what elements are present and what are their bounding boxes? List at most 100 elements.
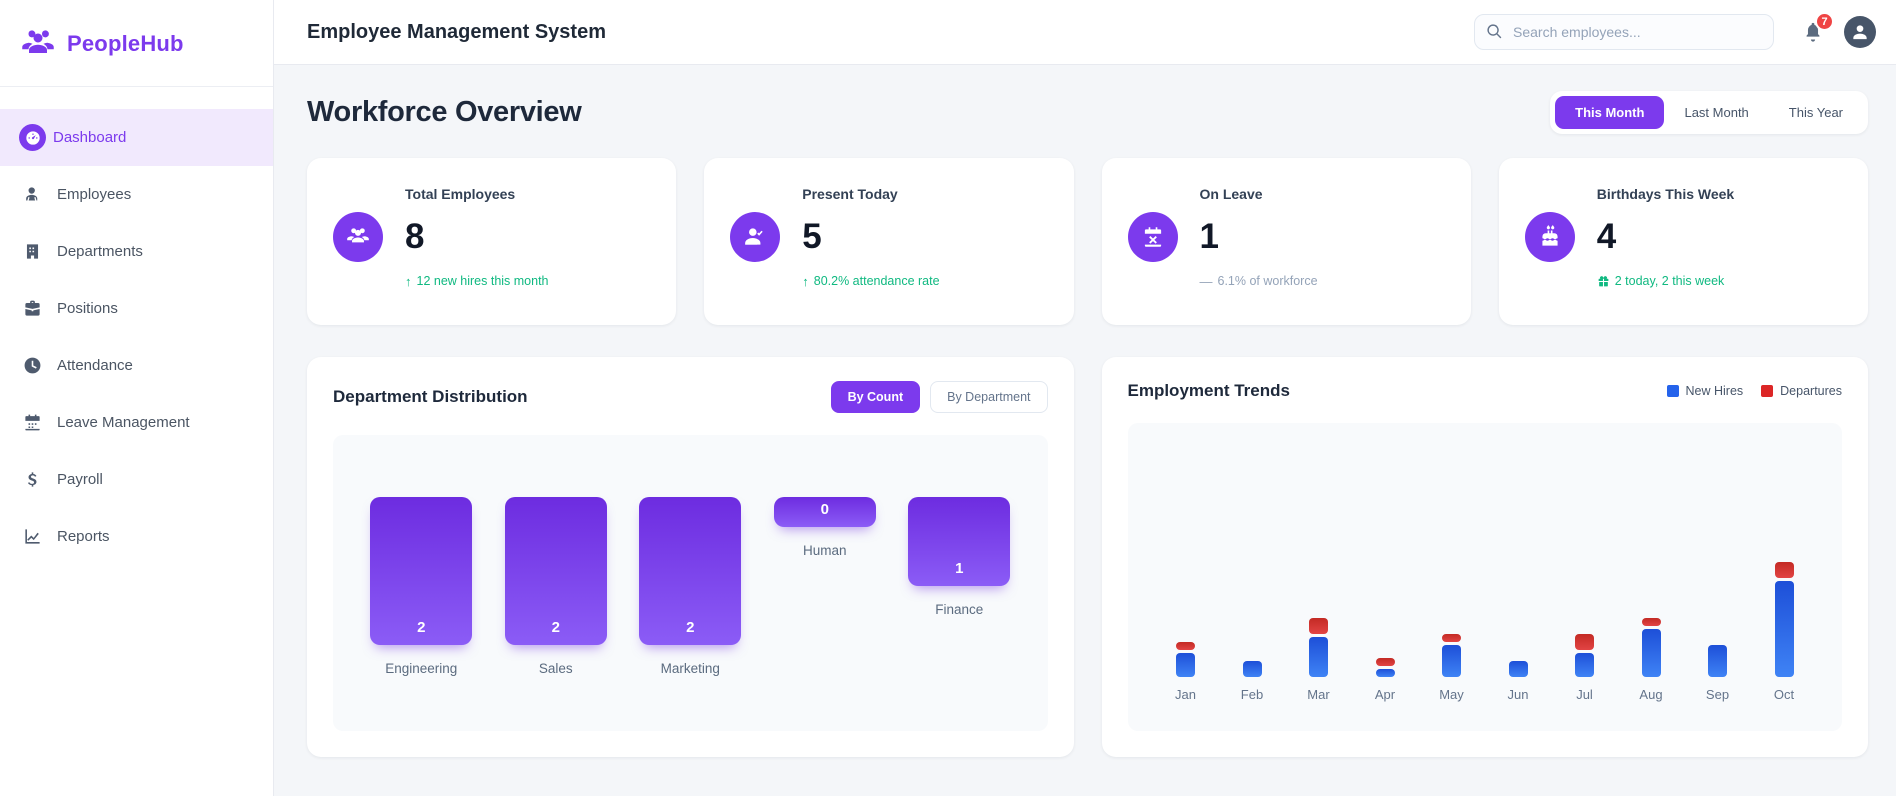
department-bar-group: 0 Human — [758, 497, 893, 731]
new-hires-bar-segment — [1242, 661, 1262, 677]
page-head: Workforce Overview This Month Last Month… — [307, 91, 1868, 134]
new-hires-bar-segment — [1375, 669, 1395, 677]
department-bar: 2 — [639, 497, 742, 645]
new-hires-bar-segment — [1309, 637, 1328, 677]
sidebar-item-label: Positions — [57, 300, 118, 317]
trend-bar-stack — [1508, 423, 1528, 677]
sidebar: PeopleHub Dashboard Employees Department… — [0, 0, 274, 796]
app-root: PeopleHub Dashboard Employees Department… — [0, 0, 1896, 796]
people-logo-icon — [20, 26, 56, 62]
tab-this-year[interactable]: This Year — [1769, 96, 1863, 129]
trend-bar-group: Oct — [1764, 423, 1804, 731]
new-hires-bar-segment — [1508, 661, 1528, 677]
sidebar-item-leave-management[interactable]: Leave Management — [0, 394, 273, 451]
legend-departures: Departures — [1761, 384, 1842, 398]
department-bar-group: 2 Marketing — [623, 497, 758, 731]
brand-logo[interactable]: PeopleHub — [0, 0, 273, 86]
date-range-tabs: This Month Last Month This Year — [1550, 91, 1868, 134]
sidebar-item-dashboard[interactable]: Dashboard — [0, 109, 273, 166]
sidebar-divider — [0, 86, 273, 87]
bar-category-label: Finance — [935, 602, 984, 617]
department-bar: 0 — [773, 497, 876, 527]
notifications-button[interactable]: 7 — [1802, 12, 1834, 43]
user-avatar[interactable] — [1844, 16, 1876, 48]
month-label: Jun — [1507, 687, 1529, 702]
notification-badge: 7 — [1815, 12, 1834, 31]
trend-up-icon: ↑ — [405, 273, 412, 289]
main-area: Employee Management System 7 Workforce O… — [274, 0, 1896, 796]
trend-bar-group: Jun — [1498, 423, 1538, 731]
trend-bar-stack — [1442, 423, 1461, 677]
bar-value-label: 0 — [820, 501, 829, 518]
tab-last-month[interactable]: Last Month — [1664, 96, 1768, 129]
month-label: Jul — [1576, 687, 1593, 702]
app-title: Employee Management System — [307, 20, 606, 43]
employment-trends-card: Employment Trends New Hires Departures J… — [1101, 357, 1868, 757]
stat-label: Birthdays This Week — [1596, 186, 1735, 202]
sidebar-item-label: Departments — [57, 243, 143, 260]
departures-bar-segment — [1375, 658, 1395, 666]
employment-trends-chart: Jan Feb Mar Apr May Jun Jul Aug Sep Oct — [1127, 423, 1842, 731]
new-hires-bar-segment — [1641, 629, 1661, 677]
by-department-button[interactable]: By Department — [930, 381, 1048, 413]
search-icon — [1487, 24, 1502, 39]
by-count-button[interactable]: By Count — [830, 381, 921, 413]
trend-bar-group: Mar — [1299, 423, 1339, 731]
bar-category-label: Sales — [538, 661, 573, 676]
department-toggle-group: By Count By Department — [830, 381, 1048, 413]
bar-value-label: 1 — [955, 560, 964, 577]
user-check-icon — [730, 212, 781, 262]
top-bar: Employee Management System 7 — [274, 0, 1896, 65]
stat-label: On Leave — [1199, 186, 1263, 202]
sidebar-item-label: Payroll — [57, 471, 103, 488]
stat-card-on-leave: On Leave 1 — 6.1% of workforce — [1101, 158, 1471, 325]
bar-category-label: Marketing — [660, 661, 720, 676]
trend-neutral-icon: — — [1199, 273, 1213, 289]
stat-value: 8 — [405, 217, 425, 256]
sidebar-item-positions[interactable]: Positions — [0, 280, 273, 337]
new-hires-bar-segment — [1774, 581, 1794, 677]
department-bar: 2 — [504, 497, 607, 645]
department-bar-group: 2 Sales — [489, 497, 624, 731]
departures-bar-segment — [1176, 642, 1195, 650]
sidebar-item-payroll[interactable]: Payroll — [0, 451, 273, 508]
sidebar-item-employees[interactable]: Employees — [0, 166, 273, 223]
department-bar: 2 — [370, 497, 473, 645]
calendar-icon — [23, 413, 42, 432]
trend-bar-stack — [1375, 423, 1395, 677]
sidebar-item-label: Dashboard — [53, 129, 127, 146]
employees-icon — [23, 185, 42, 204]
stat-label: Total Employees — [405, 186, 516, 202]
tab-this-month[interactable]: This Month — [1555, 96, 1665, 129]
search-input[interactable] — [1474, 14, 1774, 50]
trend-bar-stack — [1242, 423, 1262, 677]
stat-value: 5 — [802, 217, 822, 256]
stat-card-present-today: Present Today 5 ↑ 80.2% attendance rate — [704, 158, 1074, 325]
departures-bar-segment — [1309, 618, 1328, 634]
top-bar-actions: 7 — [1474, 12, 1876, 50]
departures-bar-segment — [1442, 634, 1461, 642]
month-label: May — [1439, 687, 1464, 702]
new-hires-bar-segment — [1708, 645, 1727, 677]
stat-subtext: ↑ 80.2% attendance rate — [802, 273, 940, 289]
stat-card-birthdays: Birthdays This Week 4 2 today, 2 this we… — [1498, 158, 1868, 325]
department-distribution-title: Department Distribution — [333, 387, 528, 406]
building-icon — [23, 242, 42, 261]
trend-bar-group: Sep — [1698, 423, 1738, 731]
new-hires-bar-segment — [1442, 645, 1461, 677]
sidebar-item-reports[interactable]: Reports — [0, 508, 273, 565]
departures-bar-segment — [1641, 618, 1661, 626]
month-label: Feb — [1240, 687, 1264, 702]
stat-label: Present Today — [802, 186, 898, 202]
users-icon — [333, 212, 383, 262]
departures-swatch-icon — [1761, 385, 1774, 397]
chart-line-icon — [23, 527, 42, 546]
sidebar-item-departments[interactable]: Departments — [0, 223, 273, 280]
sidebar-item-attendance[interactable]: Attendance — [0, 337, 273, 394]
dashboard-gauge-icon — [19, 124, 46, 151]
user-icon — [1853, 25, 1867, 40]
sidebar-item-label: Employees — [57, 186, 132, 203]
sidebar-item-label: Leave Management — [57, 414, 190, 431]
gift-icon — [1597, 275, 1610, 288]
trend-bar-stack — [1176, 423, 1195, 677]
